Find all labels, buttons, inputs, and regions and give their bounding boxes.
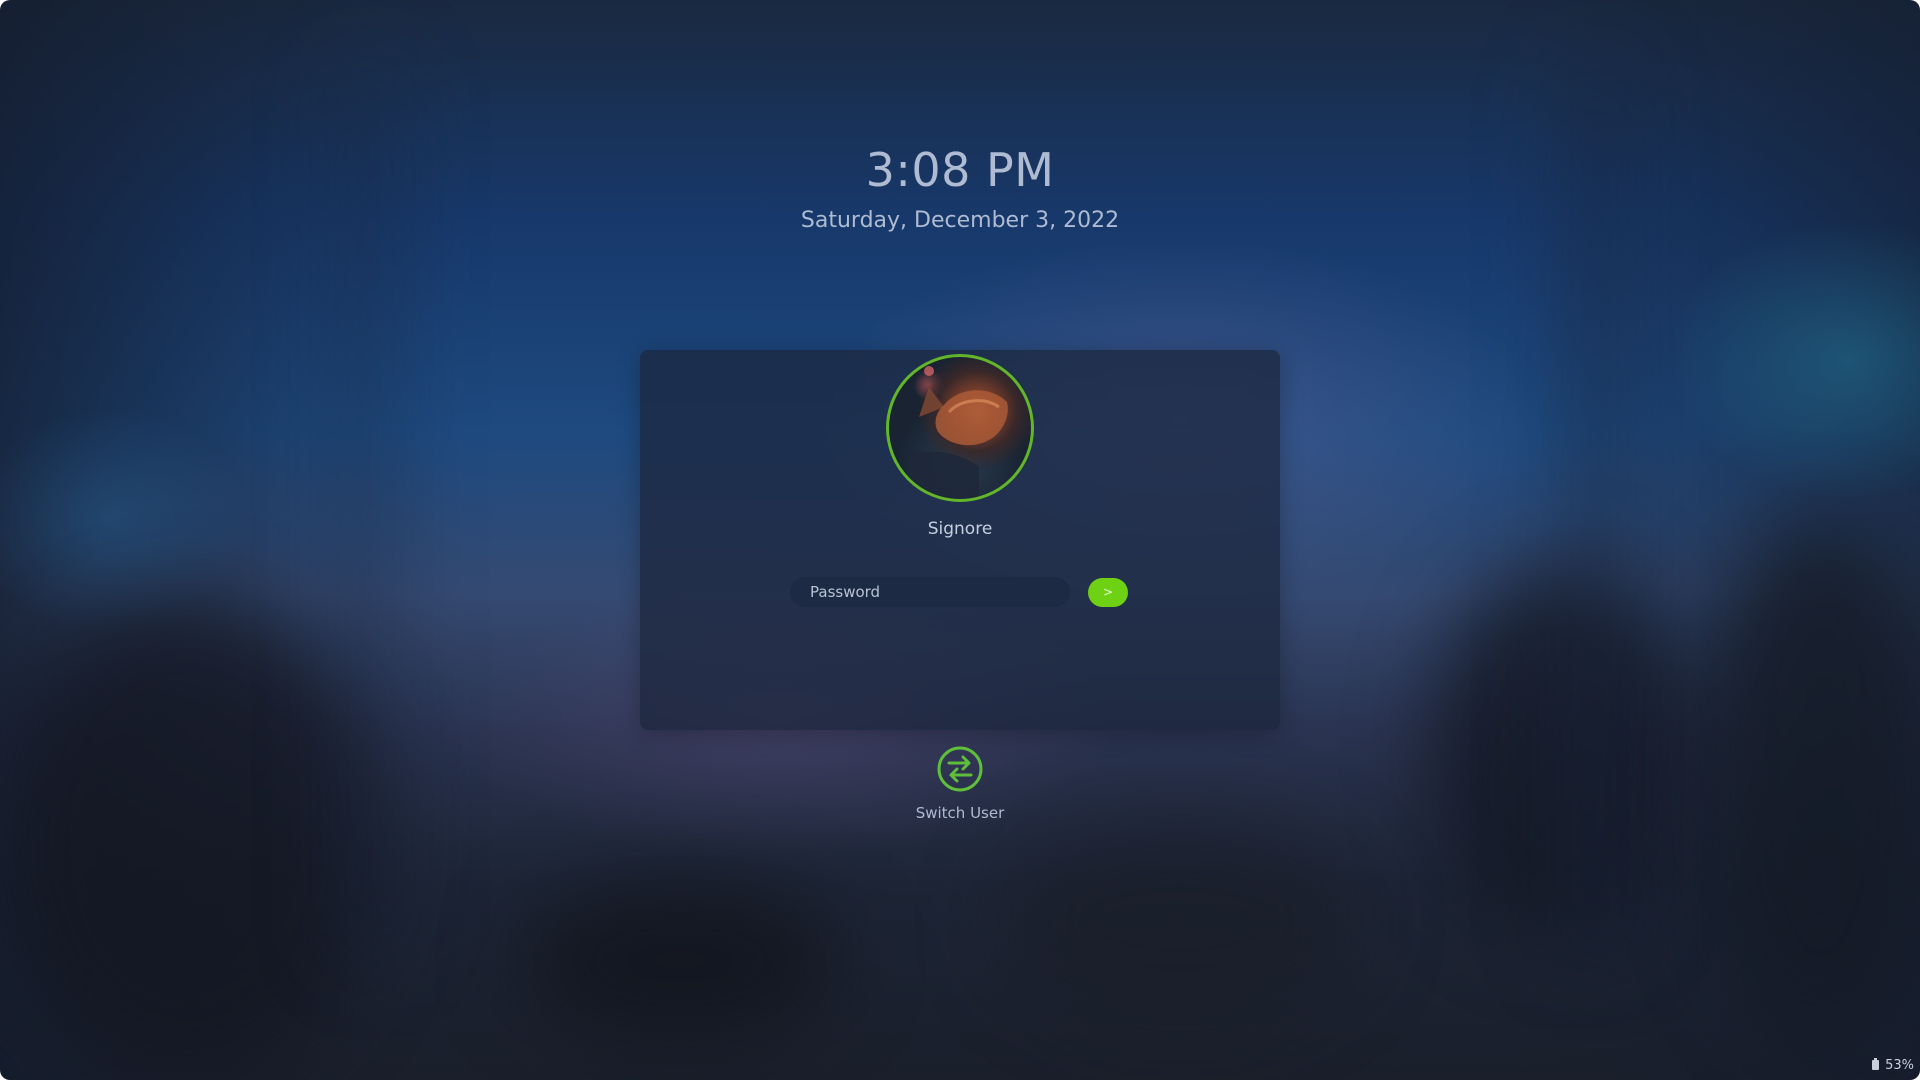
cat-avatar-icon [899, 366, 1008, 499]
clock-date: Saturday, December 3, 2022 [800, 208, 1120, 233]
battery-percent: 53% [1885, 1057, 1914, 1073]
clock-time: 3:08 PM [865, 143, 1055, 197]
switch-arrows-icon[interactable] [937, 746, 983, 792]
background-blur-shape [0, 600, 380, 1080]
background-blur-shape [1700, 520, 1920, 1040]
switch-user-button[interactable]: Switch User [880, 742, 1040, 826]
battery-indicator: 53% [1872, 1056, 1914, 1074]
lock-screen: 3:08 PM Saturday, December 3, 2022 Signo… [0, 0, 1920, 1080]
user-avatar[interactable] [886, 354, 1034, 502]
background-blur-shape [520, 880, 840, 1040]
username-label: Signore [927, 519, 993, 539]
switch-user-label: Switch User [915, 804, 1005, 822]
background-blur-shape [1000, 820, 1360, 1020]
password-input[interactable] [790, 577, 1070, 607]
login-submit-button[interactable]: > [1088, 578, 1128, 607]
battery-icon [1872, 1058, 1880, 1070]
